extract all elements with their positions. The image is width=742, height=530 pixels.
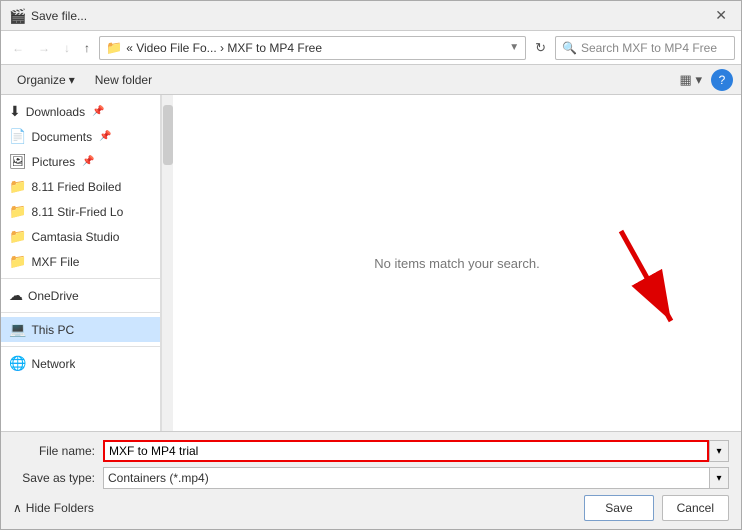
pin-icon: 📌 <box>99 131 111 142</box>
savetype-label: Save as type: <box>13 471 103 485</box>
view-arrow-icon: ▾ <box>695 72 702 87</box>
divider <box>1 278 160 279</box>
filename-input[interactable] <box>103 440 709 462</box>
bottom-bar: File name: ▾ Save as type: ▾ ∧ Hide Fold… <box>1 431 741 529</box>
sidebar-item-label: Pictures <box>32 155 75 169</box>
cancel-button[interactable]: Cancel <box>662 495 729 521</box>
sidebar-item-mxf-file[interactable]: 📁 MXF File <box>1 249 160 274</box>
back-button[interactable]: ← <box>7 39 29 57</box>
folder-icon: 📁 <box>9 228 26 245</box>
sidebar-scrollbar[interactable] <box>161 95 173 431</box>
folder-icon: 📁 <box>9 178 26 195</box>
address-folder-icon: 📁 <box>106 40 122 56</box>
sidebar-item-label: This PC <box>31 323 74 337</box>
sidebar-item-label: MXF File <box>31 255 79 269</box>
hide-folders-arrow: ∧ <box>13 501 22 515</box>
action-buttons: Save Cancel <box>584 495 729 521</box>
this-pc-icon: 💻 <box>9 321 26 338</box>
sidebar-item-camtasia[interactable]: 📁 Camtasia Studio <box>1 224 160 249</box>
bottom-actions: ∧ Hide Folders Save Cancel <box>13 495 729 521</box>
sidebar-item-this-pc[interactable]: 💻 This PC <box>1 317 160 342</box>
sidebar-item-label: Documents <box>31 130 92 144</box>
main-area: ⬇ Downloads 📌 📄 Documents 📌 🖼 Pictures 📌… <box>1 95 741 431</box>
close-button[interactable]: ✕ <box>709 5 733 26</box>
search-placeholder: Search MXF to MP4 Free <box>581 41 717 55</box>
window-title: Save file... <box>31 9 87 23</box>
sidebar: ⬇ Downloads 📌 📄 Documents 📌 🖼 Pictures 📌… <box>1 95 161 431</box>
filename-dropdown-button[interactable]: ▾ <box>709 440 729 462</box>
sidebar-item-label: Network <box>31 357 75 371</box>
help-button[interactable]: ? <box>711 69 733 91</box>
divider <box>1 312 160 313</box>
network-icon: 🌐 <box>9 355 26 372</box>
sidebar-item-fried-boiled[interactable]: 📁 8.11 Fried Boiled <box>1 174 160 199</box>
sidebar-item-downloads[interactable]: ⬇ Downloads 📌 <box>1 99 160 124</box>
sidebar-item-stir-fried[interactable]: 📁 8.11 Stir-Fried Lo <box>1 199 160 224</box>
sidebar-item-label: Downloads <box>26 105 85 119</box>
organize-arrow-icon: ▾ <box>69 73 75 87</box>
folder-icon: 📁 <box>9 253 26 270</box>
pin-icon: 📌 <box>82 156 94 167</box>
address-path: « Video File Fo... › MXF to MP4 Free <box>126 41 322 55</box>
save-button[interactable]: Save <box>584 495 653 521</box>
toolbar: Organize ▾ New folder ▦ ▾ ? <box>1 65 741 95</box>
downloads-icon: ⬇ <box>9 103 21 120</box>
help-label: ? <box>719 73 726 87</box>
title-bar: 🎬 Save file... ✕ <box>1 1 741 31</box>
app-icon: 🎬 <box>9 8 25 24</box>
new-folder-label: New folder <box>95 73 152 87</box>
pictures-icon: 🖼 <box>9 153 27 170</box>
folder-icon: 📁 <box>9 203 26 220</box>
forward-button[interactable]: → <box>33 39 55 57</box>
nav-bar: ← → ↓ ↑ 📁 « Video File Fo... › MXF to MP… <box>1 31 741 65</box>
scrollbar-thumb <box>163 105 173 165</box>
onedrive-icon: ☁ <box>9 287 23 304</box>
filename-row: File name: ▾ <box>13 440 729 462</box>
savetype-row: Save as type: ▾ <box>13 467 729 489</box>
organize-label: Organize <box>17 73 66 87</box>
view-icon: ▦ <box>680 72 692 87</box>
empty-message: No items match your search. <box>374 256 539 271</box>
sidebar-item-label: Camtasia Studio <box>31 230 119 244</box>
pin-icon: 📌 <box>92 106 104 117</box>
save-dialog: 🎬 Save file... ✕ ← → ↓ ↑ 📁 « Video File … <box>0 0 742 530</box>
sidebar-item-pictures[interactable]: 🖼 Pictures 📌 <box>1 149 160 174</box>
red-arrow-overlay <box>591 221 711 351</box>
hide-folders-button[interactable]: ∧ Hide Folders <box>13 501 94 515</box>
refresh-button[interactable]: ↻ <box>530 38 551 58</box>
sidebar-item-label: 8.11 Fried Boiled <box>31 180 121 194</box>
sidebar-item-documents[interactable]: 📄 Documents 📌 <box>1 124 160 149</box>
sidebar-item-label: OneDrive <box>28 289 79 303</box>
address-bar[interactable]: 📁 « Video File Fo... › MXF to MP4 Free ▼ <box>99 36 526 60</box>
search-icon: 🔍 <box>562 41 577 55</box>
documents-icon: 📄 <box>9 128 26 145</box>
filename-label: File name: <box>13 444 103 458</box>
up-button[interactable]: ↑ <box>79 39 95 57</box>
new-folder-button[interactable]: New folder <box>87 70 160 90</box>
sidebar-item-network[interactable]: 🌐 Network <box>1 351 160 376</box>
address-dropdown-icon: ▼ <box>509 42 519 53</box>
sidebar-item-onedrive[interactable]: ☁ OneDrive <box>1 283 160 308</box>
savetype-input[interactable] <box>103 467 709 489</box>
savetype-dropdown-button[interactable]: ▾ <box>709 467 729 489</box>
sidebar-item-label: 8.11 Stir-Fried Lo <box>31 205 123 219</box>
search-box[interactable]: 🔍 Search MXF to MP4 Free <box>555 36 735 60</box>
divider <box>1 346 160 347</box>
view-button[interactable]: ▦ ▾ <box>675 70 707 90</box>
recent-button[interactable]: ↓ <box>59 39 75 57</box>
hide-folders-label: Hide Folders <box>26 501 94 515</box>
content-area: No items match your search. <box>173 95 741 431</box>
organize-button[interactable]: Organize ▾ <box>9 70 83 90</box>
